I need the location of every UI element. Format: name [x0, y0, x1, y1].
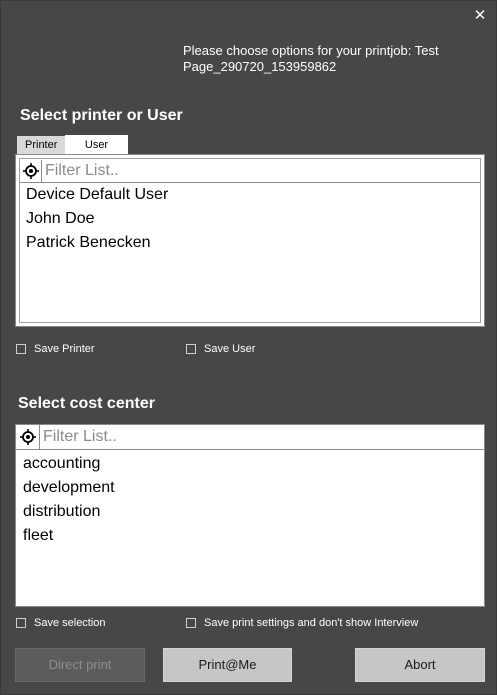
abort-button[interactable]: Abort — [355, 648, 485, 682]
tab-user[interactable]: User — [65, 135, 128, 155]
printer-section-title: Select printer or User — [20, 107, 183, 124]
save-selection-label: Save selection — [34, 617, 106, 629]
cost-center-section-title: Select cost center — [18, 395, 155, 412]
list-item-user[interactable]: John Doe — [20, 207, 480, 231]
save-user-checkbox[interactable] — [186, 344, 196, 354]
list-item-cost-center[interactable]: development — [16, 476, 484, 500]
list-item-cost-center[interactable]: accounting — [16, 452, 484, 476]
save-printer-checkbox[interactable] — [16, 344, 26, 354]
printer-user-panel: Device Default User John Doe Patrick Ben… — [15, 154, 485, 327]
cost-center-filter-input[interactable] — [40, 426, 484, 448]
save-settings-checkbox[interactable] — [186, 618, 196, 628]
cost-center-list: accounting development distribution flee… — [15, 450, 485, 607]
target-icon[interactable] — [16, 425, 40, 449]
save-user-option[interactable]: Save User — [186, 343, 255, 355]
list-item-cost-center[interactable]: distribution — [16, 500, 484, 524]
save-printer-option[interactable]: Save Printer — [16, 343, 95, 355]
cost-center-filter-row — [15, 424, 485, 450]
printer-filter-row — [20, 159, 480, 183]
print-at-me-button[interactable]: Print@Me — [163, 648, 292, 682]
save-settings-option[interactable]: Save print settings and don't show Inter… — [186, 617, 418, 629]
tab-printer[interactable]: Printer — [17, 136, 65, 155]
instructions-text: Please choose options for your printjob:… — [183, 43, 439, 74]
target-icon[interactable] — [20, 159, 42, 182]
save-selection-checkbox[interactable] — [16, 618, 26, 628]
list-item-user[interactable]: Device Default User — [20, 183, 480, 207]
save-user-label: Save User — [204, 343, 256, 355]
printer-user-tabs: Printer User — [17, 135, 128, 155]
save-settings-label: Save print settings and don't show Inter… — [204, 617, 419, 629]
close-icon[interactable]: ✕ — [472, 7, 488, 25]
save-selection-option[interactable]: Save selection — [16, 617, 106, 629]
save-printer-label: Save Printer — [34, 343, 95, 355]
list-item-cost-center[interactable]: fleet — [16, 524, 484, 548]
printer-user-list-container: Device Default User John Doe Patrick Ben… — [19, 158, 481, 323]
direct-print-button[interactable]: Direct print — [15, 648, 145, 682]
list-item-user[interactable]: Patrick Benecken — [20, 231, 480, 255]
print-options-dialog: ✕ Please choose options for your printjo… — [0, 0, 497, 695]
printer-filter-input[interactable] — [42, 159, 480, 182]
